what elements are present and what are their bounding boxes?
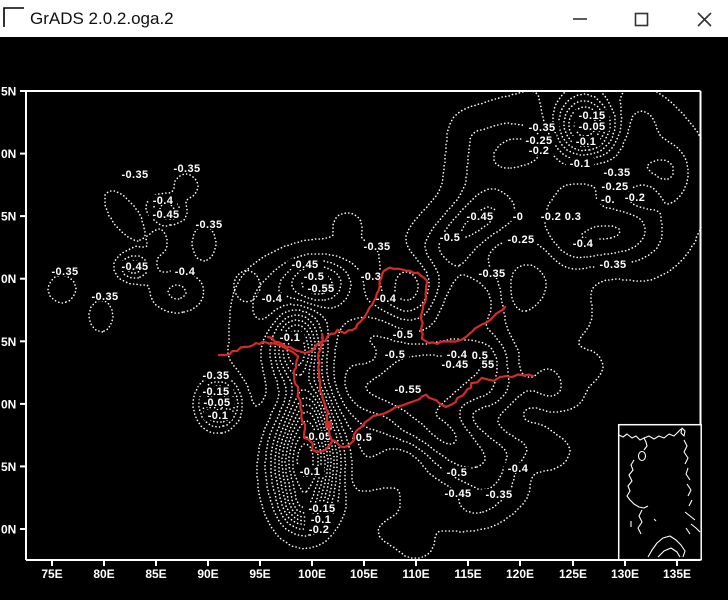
- svg-text:95E: 95E: [249, 567, 270, 581]
- svg-text:120E: 120E: [506, 567, 534, 581]
- svg-text:-0.55: -0.55: [307, 283, 334, 295]
- svg-text:-0.4: -0.4: [508, 463, 529, 475]
- svg-text:0.3: 0.3: [565, 211, 582, 223]
- svg-text:90E: 90E: [197, 567, 218, 581]
- svg-text:-0.5: -0.5: [440, 232, 461, 244]
- svg-text:-0.2: -0.2: [309, 524, 330, 536]
- svg-text:-0.4: -0.4: [376, 293, 397, 305]
- svg-text:-0.4: -0.4: [175, 266, 196, 278]
- svg-text:110E: 110E: [402, 567, 429, 581]
- svg-text:-0.4: -0.4: [262, 293, 283, 305]
- svg-text:-0.25: -0.25: [507, 234, 534, 246]
- svg-text:130E: 130E: [611, 567, 639, 581]
- svg-text:-0: -0: [513, 211, 524, 223]
- svg-text:-0.1: -0.1: [576, 136, 597, 148]
- svg-text:-0.35: -0.35: [173, 163, 200, 175]
- svg-text:115E: 115E: [454, 567, 481, 581]
- svg-text:-0.45: -0.45: [466, 211, 493, 223]
- svg-text:-0.35: -0.35: [599, 259, 626, 271]
- svg-text:0N: 0N: [1, 272, 16, 286]
- svg-text:-0.2: -0.2: [541, 211, 562, 223]
- svg-text:-0.1: -0.1: [280, 332, 301, 344]
- svg-text:-0.35: -0.35: [603, 167, 630, 179]
- svg-text:105E: 105E: [350, 567, 378, 581]
- svg-text:125E: 125E: [559, 567, 587, 581]
- svg-text:-0.2: -0.2: [625, 192, 646, 204]
- svg-text:0N: 0N: [1, 397, 16, 411]
- svg-text:-0.45: -0.45: [121, 261, 148, 273]
- svg-text:135E: 135E: [663, 567, 691, 581]
- svg-text:85E: 85E: [145, 567, 166, 581]
- svg-text:-0.35: -0.35: [91, 291, 118, 303]
- svg-text:-0.35: -0.35: [195, 219, 222, 231]
- svg-text:80E: 80E: [93, 567, 114, 581]
- svg-text:-0.: -0.: [601, 194, 615, 206]
- svg-text:-0.5: -0.5: [393, 329, 414, 341]
- svg-text:-0.45: -0.45: [444, 488, 471, 500]
- svg-text:-0.45: -0.45: [291, 259, 318, 271]
- svg-text:-0.35: -0.35: [485, 489, 512, 501]
- svg-text:5N: 5N: [1, 335, 16, 349]
- svg-text:55: 55: [481, 359, 494, 371]
- svg-text:5N: 5N: [1, 210, 16, 224]
- svg-text:-0.1: -0.1: [208, 410, 229, 422]
- svg-text:-0.4: -0.4: [573, 238, 594, 250]
- svg-text:5N: 5N: [1, 85, 16, 99]
- svg-text:-0.05: -0.05: [304, 431, 331, 443]
- svg-text:75E: 75E: [41, 567, 62, 581]
- svg-text:-0.35: -0.35: [363, 241, 390, 253]
- svg-text:-0.35: -0.35: [478, 268, 505, 280]
- svg-text:-0.35: -0.35: [51, 266, 78, 278]
- svg-text:-0.55: -0.55: [394, 384, 421, 396]
- svg-text:-0.3: -0.3: [361, 271, 382, 283]
- svg-text:100E: 100E: [298, 567, 326, 581]
- svg-text:GrADS 2.0.2.oga.2: GrADS 2.0.2.oga.2: [30, 9, 174, 28]
- svg-text:-0.1: -0.1: [300, 466, 321, 478]
- svg-text:-0.5: -0.5: [385, 349, 406, 361]
- svg-text:5N: 5N: [1, 460, 16, 474]
- svg-text:0N: 0N: [1, 523, 16, 537]
- svg-text:-0.1: -0.1: [570, 158, 591, 170]
- svg-text:-0.35: -0.35: [528, 122, 555, 134]
- svg-text:-0.4: -0.4: [153, 195, 174, 207]
- svg-text:-0.2: -0.2: [529, 145, 550, 157]
- svg-text:-0.45: -0.45: [152, 209, 179, 221]
- svg-text:-0.45: -0.45: [441, 359, 468, 371]
- svg-text:-0.5: -0.5: [304, 271, 325, 283]
- svg-text:-0.5: -0.5: [447, 467, 468, 479]
- svg-text:-0.05: -0.05: [203, 397, 230, 409]
- svg-text:-0.35: -0.35: [121, 169, 148, 181]
- svg-text:0N: 0N: [1, 147, 16, 161]
- svg-text:-0.35: -0.35: [202, 370, 229, 382]
- svg-text:-0.05: -0.05: [578, 121, 605, 133]
